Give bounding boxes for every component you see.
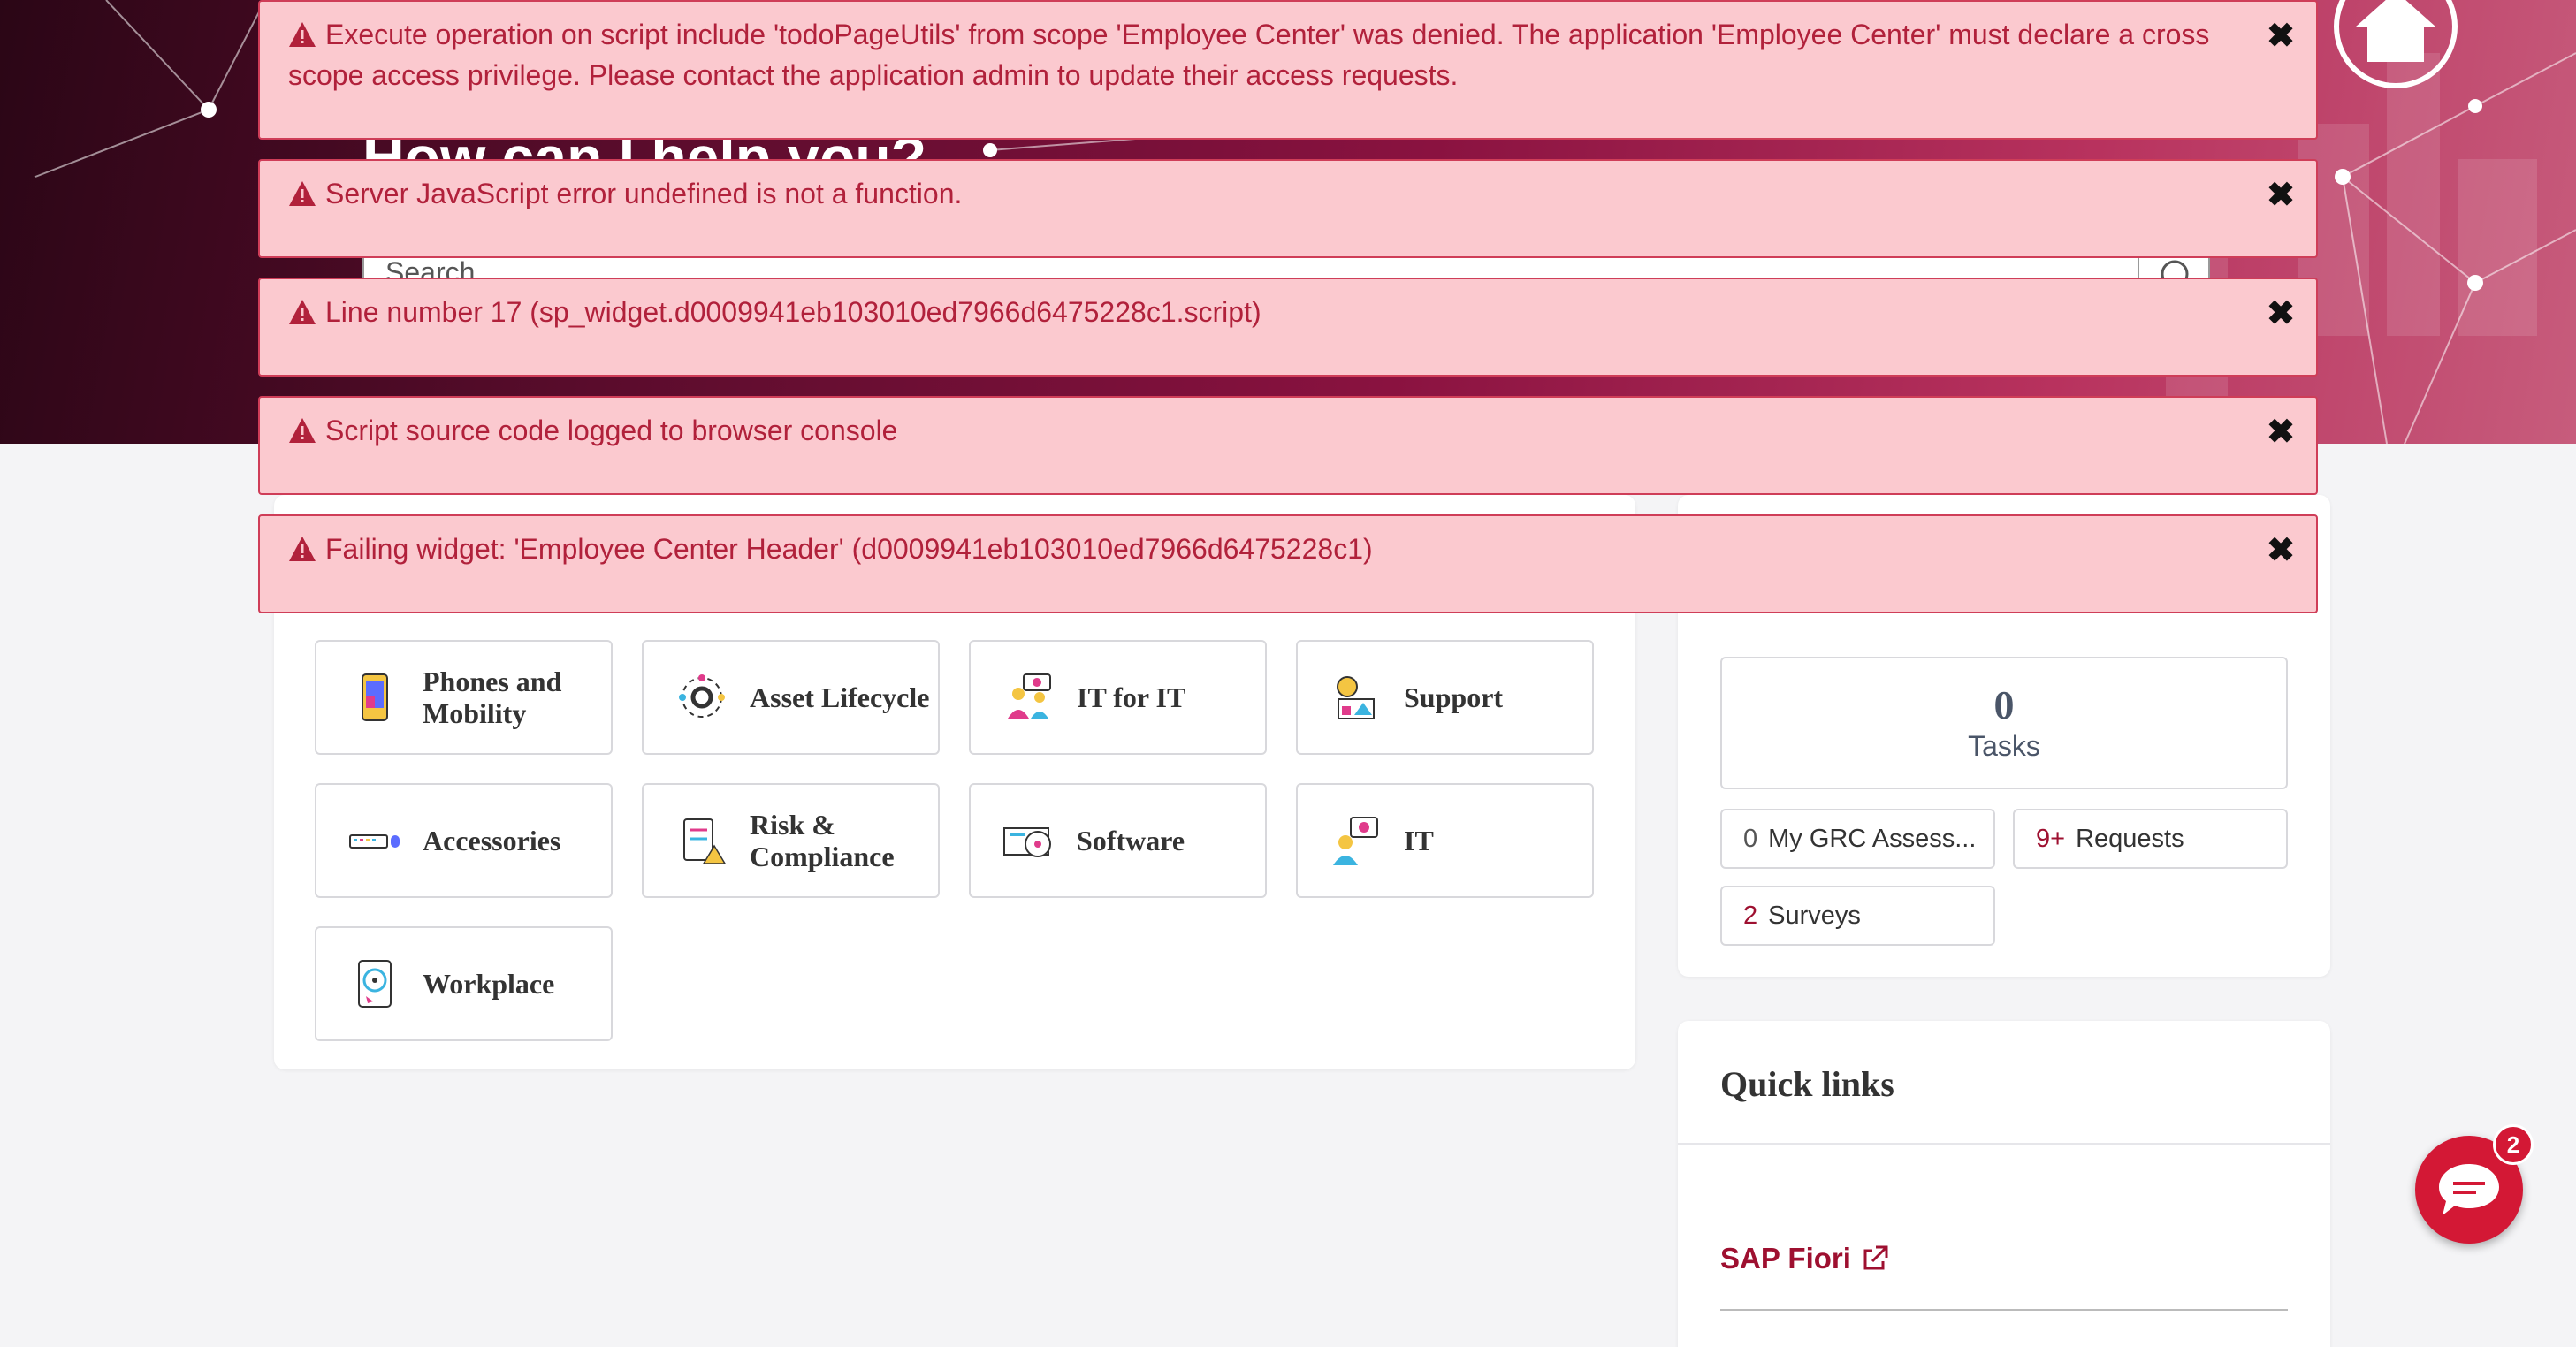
quick-links-title: Quick links [1720,1064,1894,1104]
alert-message: Execute operation on script include 'tod… [288,19,2210,91]
close-icon[interactable]: ✖ [2267,412,2295,453]
quick-link-label: SAP Fiori [1720,1242,1851,1275]
grc-assessments-link[interactable]: 0 My GRC Assess... [1720,809,1995,869]
requests-link[interactable]: 9+ Requests [2013,809,2288,869]
home-icon [2356,0,2435,62]
requests-label: Requests [2076,824,2184,853]
topic-tile-software[interactable]: Software [969,783,1267,898]
topic-tile-phones[interactable]: Phones and Mobility [315,640,613,755]
alert-message: Failing widget: 'Employee Center Header'… [325,533,1373,565]
warning-icon [289,181,316,206]
external-link-icon [1863,1245,1888,1270]
tasks-count: 0 [1993,682,2015,727]
keyboard-icon [349,834,400,849]
divider [1678,1143,2330,1145]
close-icon[interactable]: ✖ [2267,16,2295,57]
error-alert: Failing widget: 'Employee Center Header'… [258,514,2318,613]
chat-notification-badge: 2 [2493,1124,2534,1165]
alert-message: Server JavaScript error undefined is not… [325,178,963,209]
topic-tile-support[interactable]: Support [1296,640,1594,755]
person-gear-icon [1333,817,1378,865]
topic-label: IT [1404,825,1434,856]
close-icon[interactable]: ✖ [2267,175,2295,216]
tasks-label: Tasks [1968,730,2040,762]
surveys-link[interactable]: 2 Surveys [1720,886,1995,946]
hard-drive-icon [358,960,392,1008]
alert-message: Script source code logged to browser con… [325,415,898,446]
topic-tile-it[interactable]: IT [1296,783,1594,898]
topic-label: Asset Lifecycle [750,681,930,713]
error-alert: Execute operation on script include 'tod… [258,0,2318,140]
alert-message: Line number 17 (sp_widget.d0009941eb1030… [325,296,1261,328]
tasks-summary[interactable]: 0 Tasks [1720,657,2288,789]
warning-icon [289,537,316,561]
surveys-count: 2 [1743,901,1758,930]
warning-icon [289,22,316,47]
gear-cycle-icon [679,674,725,718]
topic-label: Support [1404,681,1504,713]
software-disc-icon [1003,827,1051,857]
topic-tile-asset-lifecycle[interactable]: Asset Lifecycle [642,640,940,755]
topic-tile-workplace[interactable]: Workplace [315,926,613,1041]
topic-label: Software [1077,825,1185,856]
close-icon[interactable]: ✖ [2267,293,2295,334]
topic-label: Risk & Compliance [750,809,895,872]
surveys-label: Surveys [1768,901,1861,930]
topic-tile-risk-compliance[interactable]: Risk & Compliance [642,783,940,898]
quick-links-card: Quick links SAP Fiori [1678,1021,2330,1347]
error-alert: Line number 17 (sp_widget.d0009941eb1030… [258,278,2318,377]
topic-label: Accessories [423,825,561,856]
topic-tile-it-for-it[interactable]: IT for IT [969,640,1267,755]
warning-icon [289,300,316,324]
close-icon[interactable]: ✖ [2267,530,2295,571]
divider [1720,1309,2288,1311]
grc-count: 0 [1743,824,1758,853]
chat-bubble-icon [2439,1164,2499,1215]
topic-label: Workplace [423,968,555,1000]
clipboard-warning-icon [683,818,727,864]
topic-label: Phones and Mobility [423,666,562,729]
people-gear-icon [1008,674,1051,719]
support-icon [1337,676,1375,719]
warning-icon [289,418,316,443]
error-alert: Server JavaScript error undefined is not… [258,159,2318,258]
quick-link-sap-fiori[interactable]: SAP Fiori [1720,1242,1890,1275]
grc-label: My GRC Assess... [1768,824,1977,853]
error-alert: Script source code logged to browser con… [258,396,2318,495]
topic-tile-accessories[interactable]: Accessories [315,783,613,898]
topic-label: IT for IT [1077,681,1186,713]
requests-count: 9+ [2036,824,2066,853]
phone-icon [362,674,388,721]
